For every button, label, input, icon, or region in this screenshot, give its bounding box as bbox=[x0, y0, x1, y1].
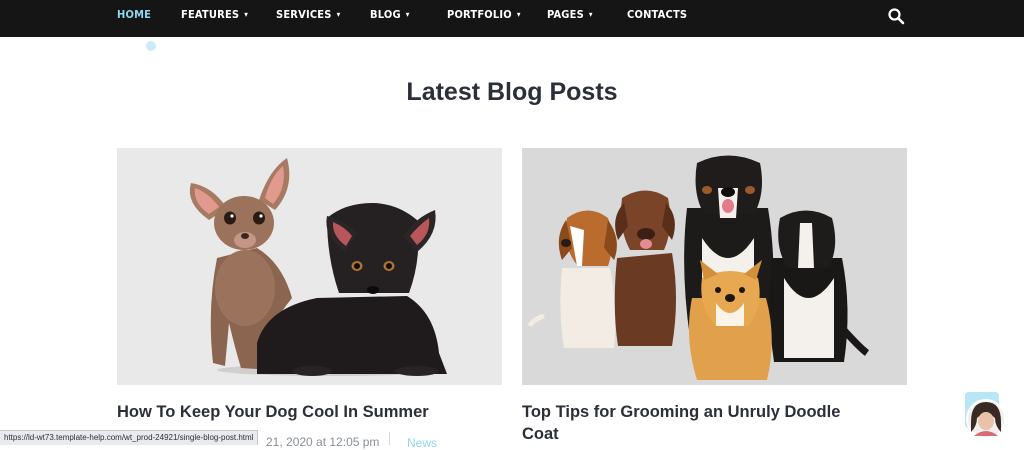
chevron-down-icon: ▾ bbox=[336, 10, 341, 19]
search-icon[interactable] bbox=[887, 7, 905, 25]
nav-item-label: PORTFOLIO bbox=[447, 8, 512, 21]
chevron-down-icon: ▾ bbox=[405, 10, 410, 19]
support-avatar-icon[interactable] bbox=[965, 392, 1007, 440]
nav-item-contacts[interactable]: CONTACTS bbox=[627, 0, 687, 30]
nav-item-label: PAGES bbox=[547, 8, 584, 21]
section-title: Latest Blog Posts bbox=[406, 78, 618, 106]
nav-item-label: HOME bbox=[117, 8, 152, 21]
status-bar-url: https://ld-wt73.template-help.com/wt_pro… bbox=[0, 430, 259, 445]
nav-item-blog[interactable]: BLOG ▾ bbox=[370, 0, 410, 30]
nav-item-label: FEATURES bbox=[181, 8, 240, 21]
post-image-dog-group[interactable] bbox=[522, 148, 907, 385]
nav-item-features[interactable]: FEATURES ▾ bbox=[181, 0, 248, 30]
chevron-down-icon: ▾ bbox=[244, 10, 249, 19]
chevron-down-icon: ▾ bbox=[588, 10, 593, 19]
main-navigation: HOME FEATURES ▾ SERVICES ▾ BLOG ▾ PORTFOLIO… bbox=[0, 0, 1024, 37]
chevron-down-icon: ▾ bbox=[516, 10, 521, 19]
meta-divider bbox=[389, 432, 390, 445]
nav-item-label: SERVICES bbox=[276, 8, 332, 21]
post-image-chihuahuas[interactable] bbox=[117, 148, 502, 385]
nav-item-portfolio[interactable]: PORTFOLIO ▾ bbox=[447, 0, 521, 30]
nav-item-services[interactable]: SERVICES ▾ bbox=[276, 0, 340, 30]
nav-item-pages[interactable]: PAGES ▾ bbox=[547, 0, 593, 30]
nav-item-home[interactable]: HOME bbox=[117, 0, 151, 30]
post-title-1[interactable]: How To Keep Your Dog Cool In Summer bbox=[117, 401, 497, 423]
post-title-2[interactable]: Top Tips for Grooming an Unruly Doodle C… bbox=[522, 401, 862, 445]
nav-item-label: BLOG bbox=[370, 8, 401, 21]
decorative-dot bbox=[146, 41, 156, 51]
nav-item-label: CONTACTS bbox=[627, 8, 688, 21]
post-category-link[interactable]: News bbox=[407, 436, 437, 450]
post-date-1: 21, 2020 at 12:05 pm bbox=[266, 435, 380, 449]
